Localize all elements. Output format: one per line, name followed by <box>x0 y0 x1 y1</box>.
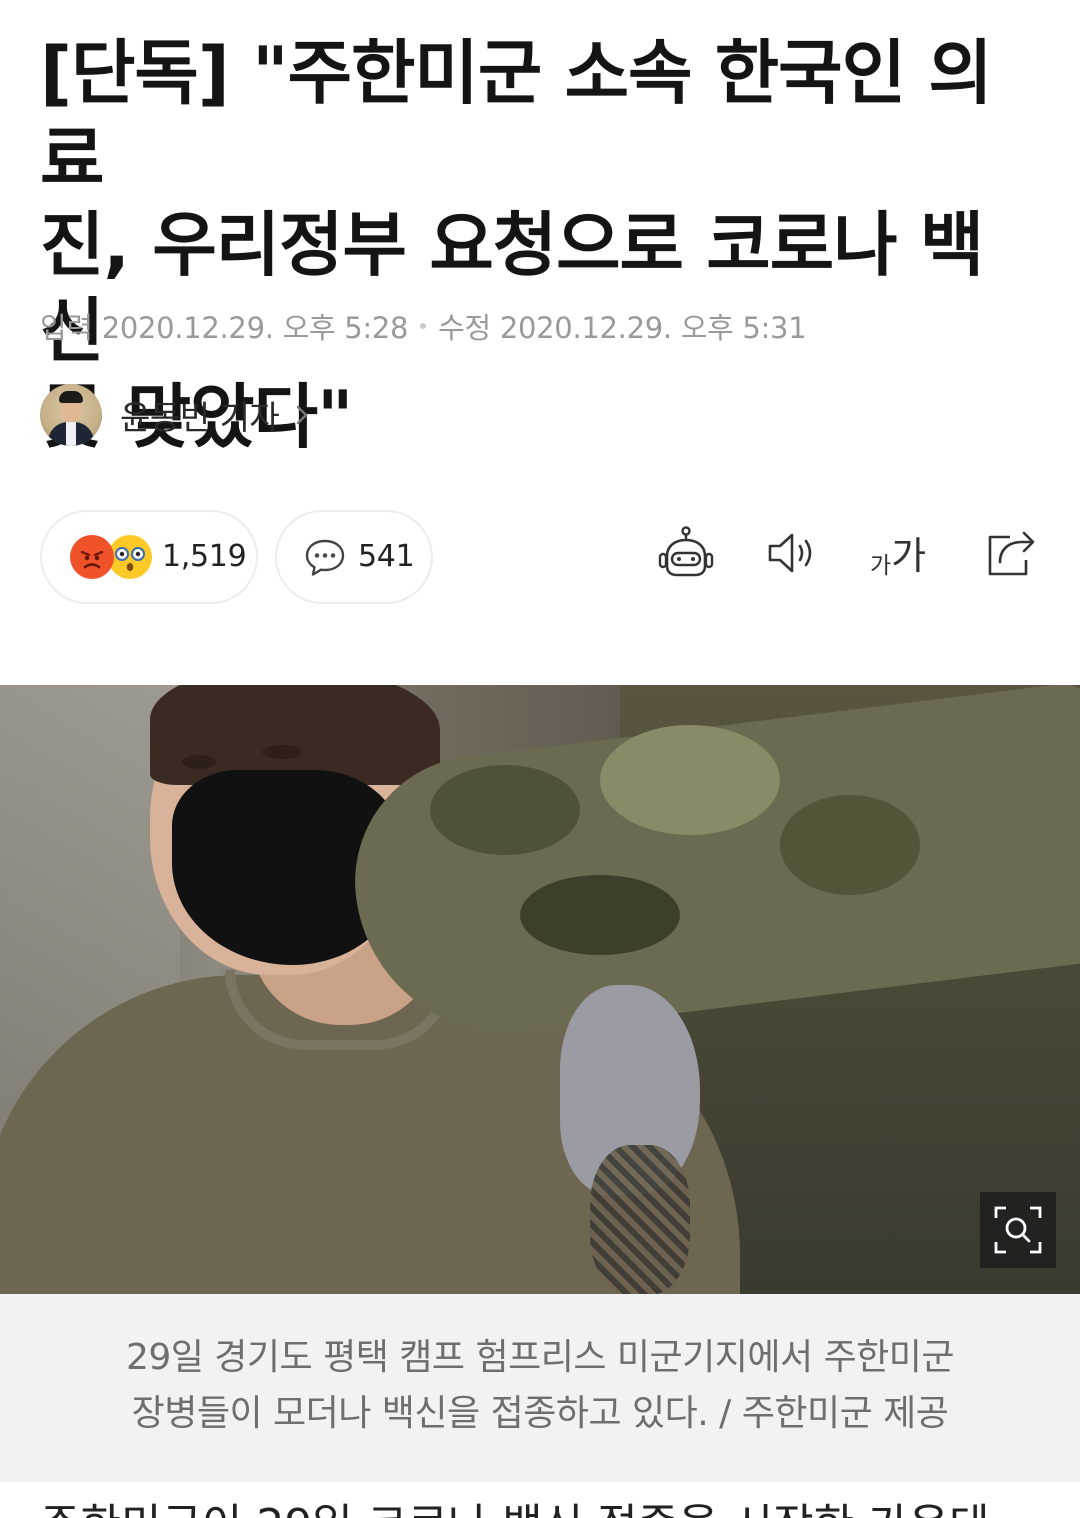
headline-line: [단독] "주한미군 소속 한국인 의료 <box>40 32 993 200</box>
angry-face-icon <box>70 535 114 579</box>
comment-button[interactable]: 541 <box>275 510 433 604</box>
published-time: 2020.12.29. 오후 5:28 <box>101 311 409 345</box>
speech-bubble-icon <box>305 539 345 576</box>
headline-line: 진, 우리정부 요청으로 코로나 백신 <box>40 204 984 372</box>
font-size-button[interactable]: 가 가 <box>870 528 926 580</box>
font-size-small-glyph: 가 <box>870 553 892 579</box>
caption-line: 29일 경기도 평택 캠프 험프리스 미군기지에서 주한미군 <box>125 1337 955 1378</box>
text-to-speech-button[interactable] <box>762 522 824 584</box>
image-zoom-button[interactable] <box>980 1192 1056 1268</box>
robot-icon <box>658 526 714 577</box>
image-zoom-icon <box>994 1206 1042 1254</box>
surprised-face-icon <box>108 535 152 579</box>
caption-line: 장병들이 모더나 백신을 접종하고 있다. / 주한미군 제공 <box>131 1393 949 1434</box>
separator-dot <box>420 323 427 329</box>
reaction-button[interactable]: 1,519 <box>40 510 258 604</box>
article-timestamps: 입력 2020.12.29. 오후 5:28 수정 2020.12.29. 오후… <box>40 306 807 346</box>
summary-bot-button[interactable] <box>655 522 717 584</box>
chevron-right-icon <box>297 405 308 425</box>
reporter-name: 윤동빈 기자 <box>120 398 280 437</box>
share-icon <box>988 531 1035 576</box>
body-text: 주한미군이 29일 코로나 백신 접종을 시작한 가운데 <box>40 1504 1000 1518</box>
photo-caption: 29일 경기도 평택 캠프 험프리스 미군기지에서 주한미군 장병들이 모더나 … <box>0 1294 1080 1482</box>
speaker-icon <box>768 533 812 573</box>
reporter-link[interactable]: 윤동빈 기자 <box>40 383 315 447</box>
font-size-large-glyph: 가 <box>891 534 927 578</box>
published-label: 입력 <box>40 311 93 345</box>
article-body-preview: 주한미군이 29일 코로나 백신 접종을 시작한 가운데 <box>40 1500 1000 1518</box>
share-button[interactable] <box>982 522 1044 584</box>
reaction-count: 1,519 <box>162 539 247 574</box>
reporter-avatar <box>40 384 102 446</box>
comment-count: 541 <box>358 539 415 574</box>
modified-time: 2020.12.29. 오후 5:31 <box>499 311 807 345</box>
article-photo[interactable] <box>0 685 1080 1294</box>
modified-label: 수정 <box>438 311 491 345</box>
